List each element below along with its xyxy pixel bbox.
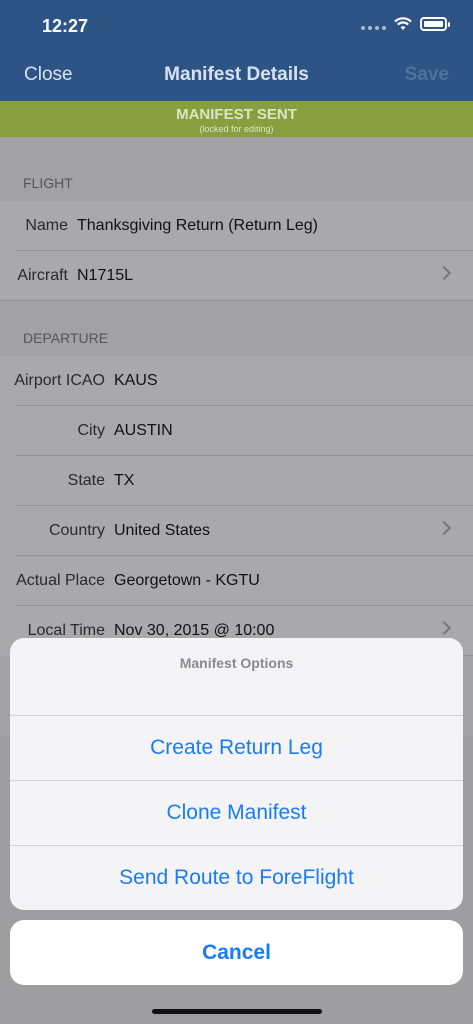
section-header-flight: FLIGHT [23,175,73,191]
city-label: City [77,422,105,439]
name-value: Thanksgiving Return (Return Leg) [77,217,319,234]
top-bar: 12:27 Manifest Details Close Save [0,0,473,101]
icao-label: Airport ICAO [14,372,105,389]
aircraft-label: Aircraft [17,267,68,284]
aircraft-value: N1715L [77,267,134,284]
section-header-departure: DEPARTURE [23,330,109,346]
state-value: TX [114,472,135,489]
close-button[interactable]: Close [24,64,73,86]
place-value: Georgetown - KGTU [114,572,260,589]
action-sheet: Manifest Options Create Return Leg Clone… [10,638,463,910]
clone-manifest-button[interactable]: Clone Manifest [10,780,463,845]
create-return-leg-button[interactable]: Create Return Leg [10,715,463,780]
cellular-signal-icon [361,18,386,30]
row-airport-icao[interactable]: Airport ICAO KAUS [0,356,473,406]
cancel-button[interactable]: Cancel [10,920,463,985]
banner-subtitle: (locked for editing) [199,124,274,134]
wifi-icon [394,17,412,30]
home-indicator[interactable] [152,1009,322,1014]
country-value: United States [114,522,211,539]
chevron-right-icon [436,520,452,536]
status-icons [361,17,450,31]
place-label: Actual Place [16,572,105,589]
status-banner: MANIFEST SENT (locked for editing) [0,101,473,137]
status-time: 12:27 [42,16,89,36]
row-country[interactable]: Country United States [0,506,473,556]
name-label: Name [25,217,68,234]
send-route-button[interactable]: Send Route to ForeFlight [10,845,463,910]
icao-value: KAUS [114,372,158,389]
banner-title: MANIFEST SENT [176,106,297,123]
state-label: State [67,472,105,489]
row-flight-name[interactable]: Name Thanksgiving Return (Return Leg) [0,201,473,251]
battery-icon [420,17,450,31]
row-aircraft[interactable]: Aircraft N1715L [0,251,473,301]
row-city[interactable]: City AUSTIN [0,406,473,456]
action-sheet-title: Manifest Options [179,655,294,671]
save-button[interactable]: Save [405,64,449,86]
row-actual-place[interactable]: Actual Place Georgetown - KGTU [0,556,473,606]
country-label: Country [48,522,105,539]
row-state[interactable]: State TX [0,456,473,506]
chevron-right-icon [436,620,452,636]
chevron-right-icon [436,265,452,281]
city-value: AUSTIN [114,422,173,439]
